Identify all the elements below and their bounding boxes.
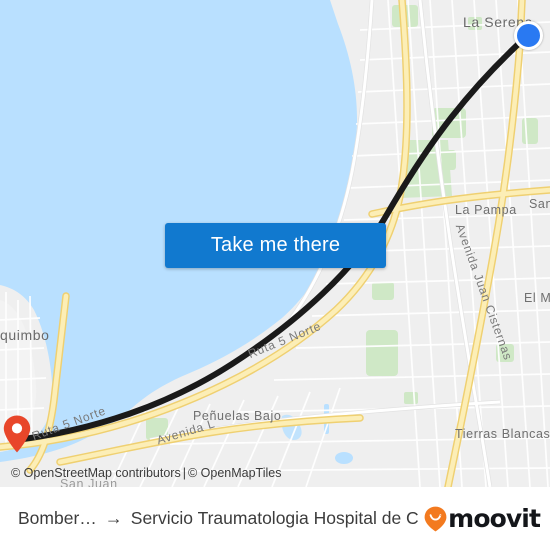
trip-footer-bar: Bomber… → Servicio Traumatologia Hospita… <box>0 487 550 550</box>
attribution-openstreetmap[interactable]: © OpenStreetMap contributors <box>11 466 181 480</box>
origin-pin-icon[interactable] <box>3 415 31 453</box>
take-me-there-button[interactable]: Take me there <box>165 223 386 268</box>
trip-origin-label: Bomber… <box>18 508 97 528</box>
take-me-there-label: Take me there <box>210 234 341 256</box>
attribution-separator: | <box>182 466 186 480</box>
trip-destination-label: Servicio Traumatologia Hospital de Coq… <box>130 508 419 528</box>
moovit-wordmark: moovit <box>448 504 541 533</box>
destination-marker-icon[interactable] <box>514 21 543 50</box>
moovit-pin-icon <box>424 506 447 531</box>
arrow-right-icon: → <box>104 508 123 528</box>
moovit-map-screen: La Serena San La Pampa Avenida Juan Cist… <box>0 0 550 550</box>
moovit-logo[interactable]: moovit <box>424 504 541 533</box>
map-attribution: © OpenStreetMap contributors | © OpenMapTi… <box>11 466 281 480</box>
attribution-openmaptiles[interactable]: © OpenMapTiles <box>188 466 282 480</box>
origin-pin-glyph <box>3 415 31 453</box>
trip-summary: Bomber… → Servicio Traumatologia Hospita… <box>18 508 418 529</box>
map-canvas[interactable]: La Serena San La Pampa Avenida Juan Cist… <box>0 0 550 487</box>
